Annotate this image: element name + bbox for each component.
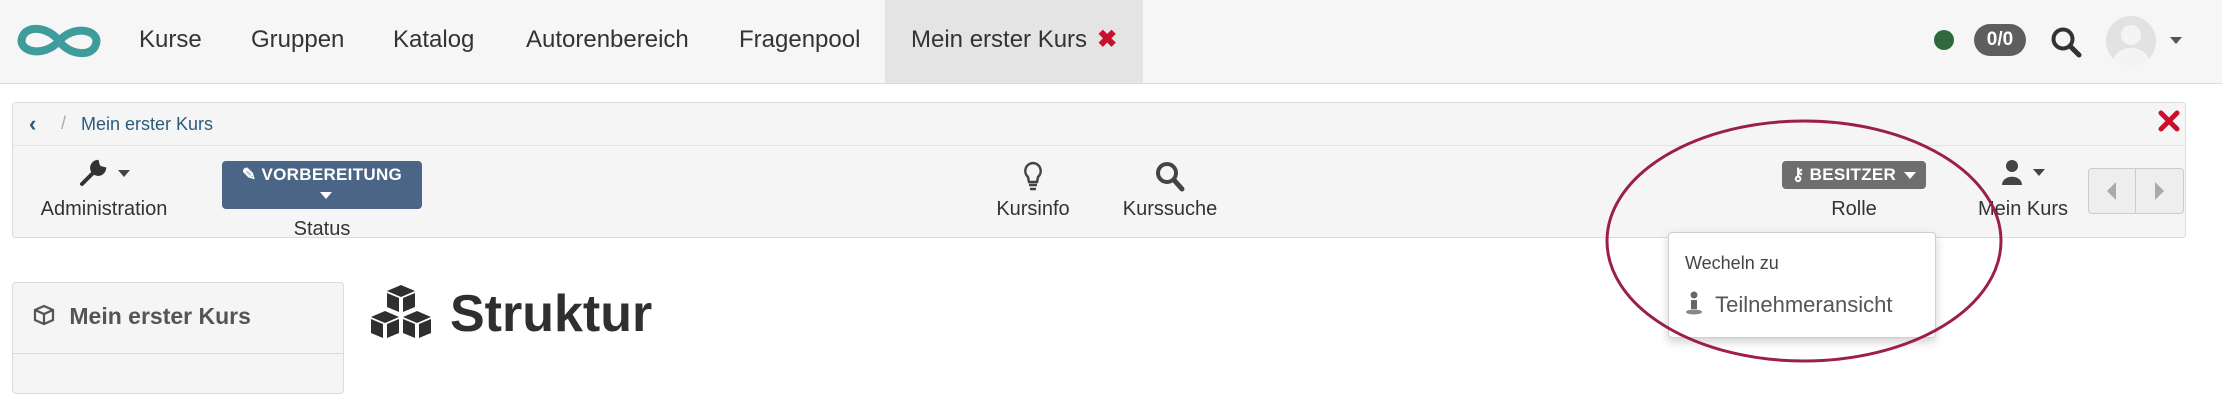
course-menu-title-text: Mein erster Kurs xyxy=(69,303,251,329)
chevron-down-icon xyxy=(1904,172,1917,180)
online-status-icon xyxy=(1934,30,1954,50)
my-course-tool[interactable]: Mein Kurs xyxy=(1976,158,2070,221)
status-badge[interactable]: ✎ VORBEREITUNG xyxy=(222,161,422,209)
my-course-label: Mein Kurs xyxy=(1977,198,2069,220)
nav-kurse[interactable]: Kurse xyxy=(139,0,202,83)
search-icon[interactable] xyxy=(2050,26,2082,58)
kurssuche-tool[interactable]: Kurssuche xyxy=(1118,160,1222,221)
next-button[interactable] xyxy=(2135,169,2182,213)
infinity-logo-icon[interactable] xyxy=(14,18,104,64)
pencil-icon: ✎ xyxy=(241,165,257,184)
chevron-down-icon xyxy=(118,169,131,177)
role-badge[interactable]: ⚷ BESITZER xyxy=(1781,161,1927,189)
nav-autorenbereich[interactable]: Autorenbereich xyxy=(526,0,689,83)
course-pager xyxy=(2088,168,2184,214)
kurssuche-label: Kurssuche xyxy=(1122,198,1218,220)
user-menu-caret-icon[interactable] xyxy=(2170,37,2182,44)
nav-gruppen[interactable]: Gruppen xyxy=(251,0,344,83)
role-tool[interactable]: ⚷ BESITZER Rolle xyxy=(1774,161,1934,221)
nav-katalog[interactable]: Katalog xyxy=(393,0,474,83)
key-icon: ⚷ xyxy=(1791,165,1805,184)
administration-label: Administration xyxy=(40,198,168,220)
role-dropdown-menu: Wecheln zu Teilnehmeransicht xyxy=(1668,232,1936,338)
active-tab-label: Mein erster Kurs xyxy=(911,26,1088,53)
chevron-down-icon xyxy=(320,192,332,200)
role-label: Rolle xyxy=(1831,198,1877,220)
nav-tab-active-course[interactable]: Mein erster Kurs ✖ xyxy=(885,0,1144,83)
kursinfo-tool[interactable]: Kursinfo xyxy=(990,160,1076,221)
chevron-down-icon xyxy=(2033,168,2046,176)
participant-view-label: Teilnehmeransicht xyxy=(1715,292,1893,317)
status-badge-text: VORBEREITUNG xyxy=(261,165,403,184)
close-course-icon[interactable] xyxy=(2158,110,2180,137)
page-title: Struktur xyxy=(450,285,653,343)
participant-icon xyxy=(1685,291,1709,317)
breadcrumb: ‹ / Mein erster Kurs xyxy=(13,103,2185,146)
dropdown-header: Wecheln zu xyxy=(1685,253,1779,273)
breadcrumb-course-link[interactable]: Mein erster Kurs xyxy=(81,114,213,135)
lightbulb-icon xyxy=(990,160,1076,194)
user-avatar[interactable] xyxy=(2106,16,2156,66)
search-icon xyxy=(1118,160,1222,194)
close-tab-icon[interactable]: ✖ xyxy=(1097,26,1117,53)
kursinfo-label: Kursinfo xyxy=(996,198,1070,220)
status-label: Status xyxy=(293,218,351,240)
wrench-icon xyxy=(78,159,112,186)
user-icon xyxy=(2001,160,2027,185)
status-tool[interactable]: ✎ VORBEREITUNG Status xyxy=(222,161,422,241)
breadcrumb-separator: / xyxy=(61,113,67,133)
administration-tool[interactable]: Administration xyxy=(36,158,172,221)
course-menu: Mein erster Kurs xyxy=(12,282,344,394)
top-navigation: Kurse Gruppen Katalog Autorenbereich Fra… xyxy=(0,0,2222,84)
back-chevron-icon[interactable]: ‹ xyxy=(29,111,36,137)
cube-icon xyxy=(33,303,61,329)
menu-divider xyxy=(13,353,343,354)
previous-button[interactable] xyxy=(2089,169,2135,213)
notification-badge[interactable]: 0/0 xyxy=(1974,24,2026,56)
role-badge-text: BESITZER xyxy=(1809,165,1897,184)
participant-view-menu-item[interactable]: Teilnehmeransicht xyxy=(1685,291,1892,318)
nav-fragenpool[interactable]: Fragenpool xyxy=(739,0,860,83)
course-menu-title[interactable]: Mein erster Kurs xyxy=(33,303,251,330)
